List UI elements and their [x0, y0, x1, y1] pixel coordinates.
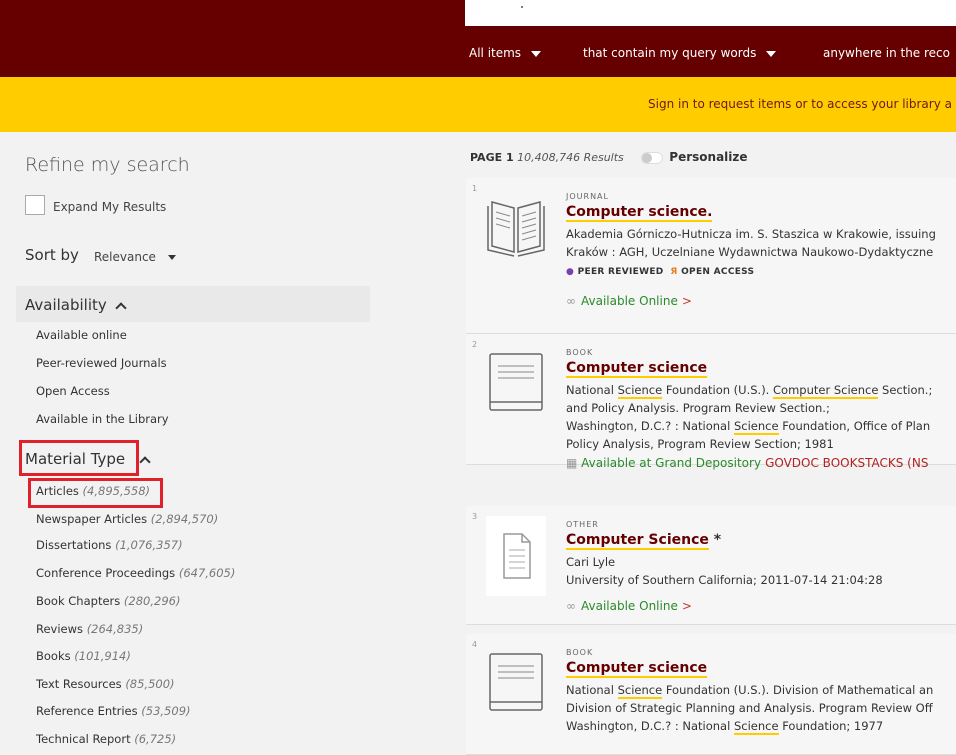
available-online-link[interactable]: ∞ Available Online > — [566, 294, 692, 308]
result-card[interactable]: 3 OTHER Computer Science * Cari Lyle Uni… — [466, 506, 956, 625]
result-author-cont: Division of Strategic Planning and Analy… — [566, 701, 933, 715]
result-publisher: Washington, D.C.? : National Science Fou… — [566, 419, 931, 435]
document-thumb — [486, 516, 546, 596]
search-input[interactable] — [465, 0, 956, 26]
result-title-link[interactable]: Computer science — [566, 660, 708, 678]
location-label: GOVDOC BOOKSTACKS (NS — [765, 456, 929, 470]
facet-available-library[interactable]: Available in the Library — [36, 412, 169, 426]
book-icon — [489, 353, 543, 411]
result-number: 1 — [472, 184, 478, 193]
facet-sidebar: Refine my search Expand My Results Sort … — [0, 132, 462, 748]
scope-match-dropdown[interactable]: that contain my query words — [583, 46, 777, 60]
refine-title: Refine my search — [25, 154, 190, 176]
facet-material-dissertations[interactable]: Dissertations (1,076,357) — [36, 538, 183, 552]
result-card[interactable]: 4 BOOK Computer science National Science… — [466, 634, 956, 755]
scope-items-label: All items — [469, 46, 522, 60]
link-icon: ∞ — [566, 294, 576, 308]
result-type: BOOK — [566, 648, 594, 657]
facet-available-online[interactable]: Available online — [36, 328, 127, 342]
result-card[interactable]: 2 BOOK Computer science National Science… — [466, 334, 956, 470]
sort-value: Relevance — [94, 250, 156, 264]
sign-in-link[interactable]: Sign in to request items or to access yo… — [648, 97, 952, 111]
result-title-link[interactable]: Computer Science * — [566, 532, 721, 550]
result-publisher-cont: Policy Analysis, Program Review Section;… — [566, 437, 834, 451]
result-number: 2 — [472, 340, 478, 349]
sort-by-dropdown[interactable]: Relevance — [94, 250, 176, 264]
facet-material-reviews[interactable]: Reviews (264,835) — [36, 622, 143, 636]
available-online-link[interactable]: ∞ Available Online > — [566, 599, 692, 613]
result-title-link[interactable]: Computer science — [566, 360, 708, 378]
results-meta: PAGE 1 10,408,746 Results Personalize — [470, 150, 748, 164]
highlight-box-material-type — [19, 440, 139, 476]
result-author: Cari Lyle — [566, 555, 616, 569]
result-publisher: Washington, D.C.? : National Science Fou… — [566, 719, 884, 735]
chevron-right-icon: > — [681, 599, 692, 613]
available-library-link[interactable]: ▦ Available at Grand Depository GOVDOC BO… — [566, 456, 928, 470]
facet-material-conference[interactable]: Conference Proceedings (647,605) — [36, 566, 235, 580]
facet-material-technical[interactable]: Technical Report (6,725) — [36, 732, 176, 746]
result-card[interactable]: 1 JOURNAL Computer science. Akademia Gór… — [466, 178, 956, 334]
result-type: BOOK — [566, 348, 594, 357]
personalize-label: Personalize — [669, 150, 748, 164]
link-icon: ∞ — [566, 599, 576, 613]
journal-icon — [487, 201, 545, 257]
chevron-down-icon — [167, 255, 176, 260]
chevron-right-icon: > — [681, 294, 692, 308]
sign-in-banner: Sign in to request items or to access yo… — [0, 77, 956, 132]
availability-title: Availability — [25, 296, 127, 314]
book-icon — [489, 653, 543, 711]
result-author: National Science Foundation (U.S.). Comp… — [566, 383, 933, 399]
page-label: PAGE 1 — [470, 151, 514, 164]
result-number: 4 — [472, 640, 478, 649]
expand-results-label[interactable]: Expand My Results — [53, 200, 166, 214]
results-list: PAGE 1 10,408,746 Results Personalize 1 … — [462, 132, 956, 755]
scope-field-label: anywhere in the reco — [823, 46, 950, 60]
result-type: OTHER — [566, 520, 599, 529]
result-author: Akademia Górniczo-Hutnicza im. S. Staszi… — [566, 227, 936, 241]
availability-facet-header[interactable]: Availability — [16, 286, 370, 322]
result-publisher: University of Southern California; 2011-… — [566, 573, 883, 587]
open-access-icon: Я — [670, 267, 678, 277]
facet-material-reference[interactable]: Reference Entries (53,509) — [36, 704, 191, 718]
scope-match-label: that contain my query words — [583, 46, 757, 60]
result-publisher: Kraków : AGH, Uczelniane Wydawnictwa Nau… — [566, 245, 934, 259]
chevron-up-icon — [115, 302, 127, 314]
facet-material-book-chapters[interactable]: Book Chapters (280,296) — [36, 594, 180, 608]
peer-reviewed-badge: ● PEER REVIEWED Я OPEN ACCESS — [566, 267, 755, 277]
result-author-cont: and Policy Analysis. Program Review Sect… — [566, 401, 830, 415]
scope-field-dropdown[interactable]: anywhere in the reco — [823, 46, 950, 60]
top-header: All items that contain my query words an… — [0, 0, 956, 77]
facet-material-text-resources[interactable]: Text Resources (85,500) — [36, 677, 175, 691]
result-author: National Science Foundation (U.S.). Divi… — [566, 683, 934, 699]
chevron-up-icon — [139, 456, 151, 468]
facet-peer-reviewed[interactable]: Peer-reviewed Journals — [36, 356, 167, 370]
scope-items-dropdown[interactable]: All items — [469, 46, 542, 60]
result-title-link[interactable]: Computer science. — [566, 204, 713, 222]
peer-reviewed-icon: ● — [566, 267, 575, 277]
facet-open-access[interactable]: Open Access — [36, 384, 110, 398]
facet-material-books[interactable]: Books (101,914) — [36, 649, 131, 663]
search-cursor-dot — [521, 6, 523, 8]
document-icon — [503, 533, 531, 579]
chevron-down-icon — [766, 50, 777, 57]
highlight-box-articles — [28, 478, 163, 508]
result-number: 3 — [472, 512, 478, 521]
result-type: JOURNAL — [566, 192, 609, 201]
chevron-down-icon — [531, 50, 542, 57]
facet-material-newspaper[interactable]: Newspaper Articles (2,894,570) — [36, 512, 218, 526]
book-shelf-icon: ▦ — [566, 456, 578, 470]
sort-by-label: Sort by — [25, 246, 79, 264]
results-count: 10,408,746 Results — [517, 151, 624, 164]
expand-results-checkbox[interactable] — [25, 195, 45, 215]
personalize-toggle[interactable] — [641, 152, 664, 164]
